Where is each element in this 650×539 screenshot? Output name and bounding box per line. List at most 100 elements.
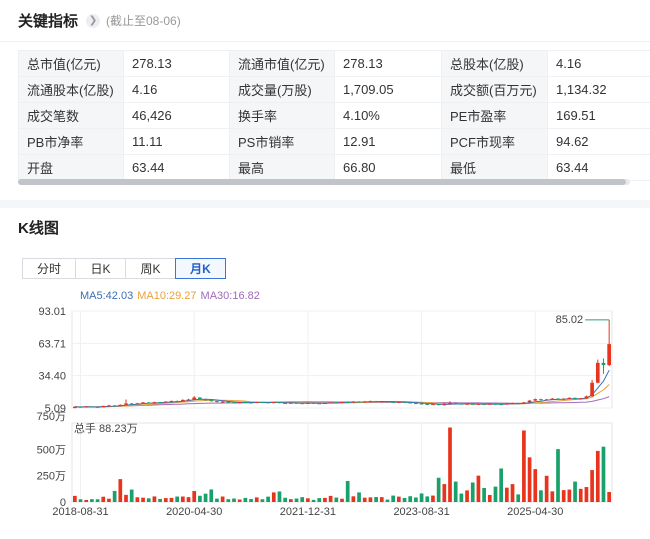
volume-bar bbox=[243, 497, 248, 502]
candle-body bbox=[288, 402, 293, 404]
volume-bar bbox=[493, 486, 498, 502]
volume-bar bbox=[470, 482, 475, 502]
candle-body bbox=[124, 403, 128, 405]
candle-body bbox=[345, 402, 350, 404]
candle-body bbox=[220, 401, 225, 403]
volume-bar bbox=[607, 491, 612, 502]
volume-bar bbox=[186, 497, 191, 502]
metric-value: 4.10% bbox=[334, 102, 442, 129]
volume-bar bbox=[465, 490, 469, 502]
volume-bar bbox=[317, 498, 322, 502]
key-metrics-title: 关键指标 bbox=[18, 13, 79, 30]
volume-bar bbox=[277, 491, 282, 502]
volume-bar bbox=[237, 499, 242, 502]
candle-body bbox=[254, 402, 259, 404]
tab-monthly-k[interactable]: 月K bbox=[175, 258, 226, 279]
volume-bar bbox=[402, 497, 407, 502]
candle-body bbox=[396, 401, 401, 403]
volume-bar bbox=[260, 499, 265, 502]
volume-bar bbox=[288, 499, 293, 502]
volume-bar bbox=[419, 493, 424, 502]
volume-bar bbox=[482, 487, 486, 502]
volume-bar bbox=[448, 427, 452, 502]
candle-body bbox=[556, 398, 560, 400]
key-metrics-header: 关键指标 ❯ (截止至08-06) bbox=[0, 0, 650, 42]
kline-chart[interactable]: 93.0163.7134.405.0985.02750万500万250万0总手 … bbox=[0, 208, 650, 539]
volume-bar bbox=[550, 491, 555, 502]
metric-row: PB市净率 11.11 PS市销率 12.91 PCF市现率 94.62 bbox=[18, 128, 650, 155]
key-metrics-date-note: (截止至08-06) bbox=[106, 14, 181, 28]
candle-body bbox=[294, 402, 299, 404]
volume-bar bbox=[311, 499, 316, 502]
candle-body bbox=[340, 402, 344, 404]
volume-bar bbox=[345, 481, 350, 502]
candle-body bbox=[237, 402, 242, 404]
candle-body bbox=[425, 403, 430, 405]
candle-body bbox=[453, 403, 458, 405]
candle-body bbox=[101, 405, 106, 408]
metric-label: 最低 bbox=[441, 154, 548, 181]
volume-bar bbox=[357, 492, 361, 502]
candle-body bbox=[243, 402, 248, 404]
metric-row: 流通股本(亿股) 4.16 成交量(万股) 1,709.05 成交额(百万元) 1,134… bbox=[18, 76, 650, 103]
volume-bar bbox=[340, 498, 344, 502]
volume-bar bbox=[425, 496, 430, 502]
volume-bar bbox=[487, 494, 492, 502]
candle-body bbox=[300, 403, 305, 405]
volume-bar bbox=[249, 499, 253, 502]
metric-label: 成交笔数 bbox=[18, 102, 124, 129]
volume-bar bbox=[226, 499, 231, 502]
chevron-right-icon[interactable]: ❯ bbox=[86, 13, 101, 28]
candle-body bbox=[516, 403, 521, 405]
candle-body bbox=[385, 401, 390, 403]
candle-body bbox=[504, 403, 509, 405]
volume-bar bbox=[198, 495, 202, 502]
candle-body bbox=[146, 402, 151, 404]
candle-body bbox=[118, 404, 123, 406]
volume-bar bbox=[379, 497, 384, 502]
candle-body bbox=[311, 402, 316, 404]
volume-bar bbox=[192, 491, 197, 502]
metric-label: PE市盈率 bbox=[441, 102, 548, 129]
volume-bar bbox=[385, 499, 390, 502]
candle-body bbox=[414, 403, 418, 405]
volume-bar bbox=[112, 490, 117, 502]
volume-bar bbox=[271, 492, 276, 502]
candle-body bbox=[351, 401, 356, 403]
volume-bar bbox=[539, 490, 543, 502]
x-axis-label: 2023-08-31 bbox=[393, 506, 449, 518]
candle-body bbox=[573, 397, 577, 400]
volume-bar bbox=[306, 498, 310, 502]
scrollbar-thumb[interactable] bbox=[18, 179, 626, 185]
candle-body bbox=[203, 399, 208, 401]
volume-bar bbox=[107, 498, 111, 502]
candle-body bbox=[601, 362, 606, 366]
volume-tick-label: 250万 bbox=[37, 471, 66, 483]
candle-body bbox=[112, 405, 117, 407]
candle-body bbox=[198, 397, 202, 400]
candle-body bbox=[607, 344, 612, 366]
candle-body bbox=[175, 400, 180, 402]
volume-bar bbox=[431, 495, 435, 502]
price-tick-label: 34.40 bbox=[38, 371, 66, 383]
volume-bar bbox=[180, 496, 185, 502]
volume-bar bbox=[95, 499, 100, 502]
metric-value: 46,426 bbox=[123, 102, 230, 129]
horizontal-scrollbar[interactable] bbox=[18, 179, 630, 185]
candle-body bbox=[402, 401, 407, 403]
x-axis-label: 2018-08-31 bbox=[52, 506, 108, 518]
candle-body bbox=[169, 400, 174, 402]
volume-bar bbox=[414, 497, 418, 502]
volume-bar bbox=[453, 481, 458, 502]
candle-body bbox=[527, 400, 532, 403]
metric-label: 换手率 bbox=[229, 102, 335, 129]
candle-body bbox=[186, 399, 191, 401]
volume-bar bbox=[533, 469, 538, 502]
candle-body bbox=[487, 403, 492, 405]
candle-body bbox=[448, 403, 452, 405]
volume-bar bbox=[135, 497, 140, 502]
volume-bar bbox=[510, 484, 515, 502]
volume-bar bbox=[584, 487, 589, 502]
metric-label: 开盘 bbox=[18, 154, 124, 181]
candle-body bbox=[567, 397, 572, 399]
